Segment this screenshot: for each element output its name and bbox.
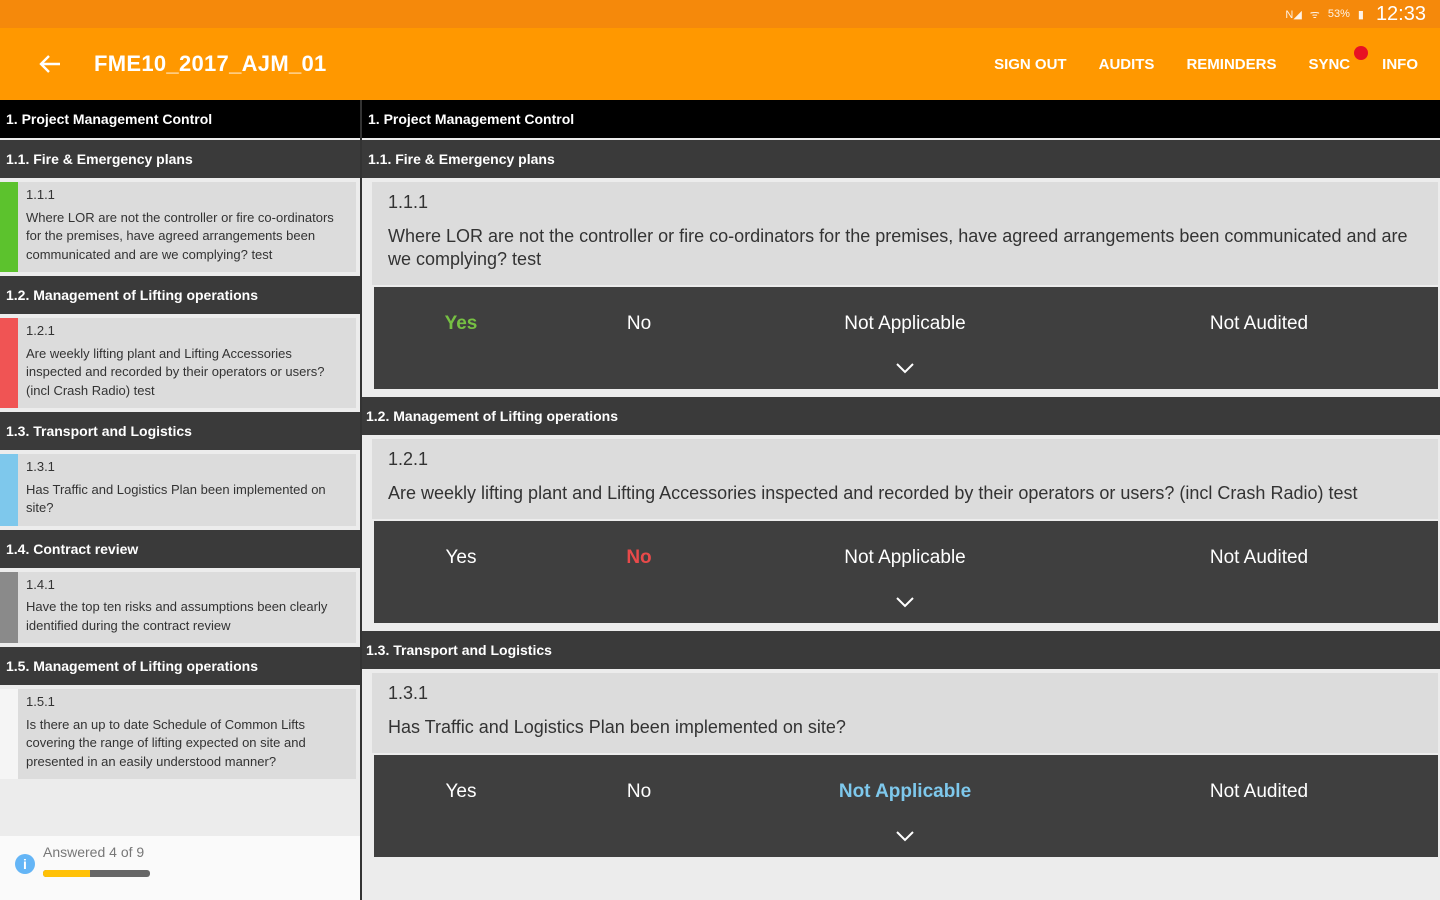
question-text: Is there an up to date Schedule of Commo…: [26, 716, 306, 769]
question-card: 1.1.1 Where LOR are not the controller o…: [372, 182, 1438, 285]
question-number: 1.1.1: [388, 192, 429, 212]
answer-options: Yes No Not Applicable Not Audited: [374, 755, 1438, 857]
status-indicator: [0, 571, 18, 643]
group-header: 1.3. Transport and Logistics: [362, 631, 1440, 669]
audits-button[interactable]: AUDITS: [1095, 48, 1159, 81]
question-number: 1.3.1: [26, 459, 55, 474]
answer-yes[interactable]: Yes: [446, 781, 477, 803]
question-number: 1.3.1: [388, 683, 429, 703]
answer-no[interactable]: No: [626, 547, 651, 569]
battery-icon: ▮: [1357, 8, 1364, 21]
answered-count: Answered 4 of 9: [43, 844, 145, 860]
answer-not-applicable[interactable]: Not Applicable: [839, 781, 971, 803]
group-header: 1.2. Management of Lifting operations: [362, 397, 1440, 435]
list-item[interactable]: 1.1.1 Where LOR are not the controller o…: [0, 182, 356, 272]
answer-not-audited[interactable]: Not Audited: [1210, 781, 1308, 803]
question-text: Where LOR are not the controller or fire…: [26, 209, 334, 262]
reminders-button[interactable]: REMINDERS: [1182, 48, 1280, 81]
sync-badge: [1354, 45, 1369, 60]
answer-no[interactable]: No: [627, 313, 651, 335]
list-item[interactable]: 1.5.1 Is there an up to date Schedule of…: [0, 689, 356, 779]
answer-options: Yes No Not Applicable Not Audited: [374, 521, 1438, 623]
question-card: 1.3.1 Has Traffic and Logistics Plan bee…: [372, 673, 1438, 753]
question-number: 1.4.1: [26, 576, 55, 592]
question-number: 1.2.1: [388, 449, 429, 469]
answer-not-audited[interactable]: Not Audited: [1210, 313, 1308, 335]
page-title: FME10_2017_AJM_01: [94, 51, 327, 76]
battery-percent: 53%: [1327, 8, 1350, 20]
status-indicator: [0, 454, 18, 526]
answer-yes[interactable]: Yes: [445, 313, 478, 335]
question-number: 1.5.1: [26, 694, 55, 709]
question-text: Have the top ten risks and assumptions b…: [26, 599, 328, 633]
question-card: 1.2.1 Are weekly lifting plant and Lifti…: [372, 439, 1438, 519]
back-arrow-icon[interactable]: [30, 44, 70, 84]
sync-button[interactable]: SYNC: [1304, 45, 1369, 81]
clock: 12:33: [1375, 2, 1426, 25]
list-item[interactable]: 1.4.1 Have the top ten risks and assumpt…: [0, 571, 356, 643]
progress-fill: [43, 870, 91, 877]
group-header: 1.3. Transport and Logistics: [0, 412, 360, 450]
status-indicator: [0, 182, 18, 272]
question-text: Are weekly lifting plant and Lifting Acc…: [26, 345, 325, 398]
question-text: Are weekly lifting plant and Lifting Acc…: [388, 483, 1358, 503]
question-number: 1.2.1: [26, 323, 55, 338]
question-text: Has Traffic and Logistics Plan been impl…: [388, 717, 846, 737]
answer-options: Yes No Not Applicable Not Audited: [374, 287, 1438, 389]
group-header: 1.1. Fire & Emergency plans: [0, 140, 360, 178]
info-button[interactable]: INFO: [1378, 48, 1422, 81]
sign-out-button[interactable]: SIGN OUT: [990, 48, 1071, 81]
answer-no[interactable]: No: [627, 781, 651, 803]
group-header: 1.4. Contract review: [0, 529, 360, 568]
section-header: 1. Project Management Control: [0, 100, 360, 138]
nfc-icon: N◢: [1285, 8, 1302, 21]
list-item[interactable]: 1.3.1 Has Traffic and Logistics Plan bee…: [0, 454, 356, 526]
answer-not-audited[interactable]: Not Audited: [1210, 547, 1308, 569]
chevron-down-icon[interactable]: [895, 595, 915, 609]
chevron-down-icon[interactable]: [895, 829, 915, 843]
sync-label: SYNC: [1308, 55, 1351, 73]
question-text: Where LOR are not the controller or fire…: [388, 226, 1408, 269]
answer-not-applicable[interactable]: Not Applicable: [844, 313, 965, 335]
section-header: 1. Project Management Control: [362, 100, 1440, 138]
progress-footer: i Answered 4 of 9: [0, 836, 360, 900]
info-icon[interactable]: i: [15, 854, 35, 874]
question-text: Has Traffic and Logistics Plan been impl…: [26, 481, 326, 516]
list-item[interactable]: 1.2.1 Are weekly lifting plant and Lifti…: [0, 318, 356, 408]
wifi-icon: ᯤ: [1309, 8, 1320, 21]
group-header: 1.5. Management of Lifting operations: [0, 647, 360, 685]
answer-not-applicable[interactable]: Not Applicable: [844, 547, 965, 569]
status-indicator: [0, 689, 18, 779]
answer-yes[interactable]: Yes: [446, 547, 477, 569]
status-indicator: [0, 318, 18, 408]
app-bar: FME10_2017_AJM_01 SIGN OUT AUDITS REMIND…: [0, 28, 1440, 100]
question-detail-panel: 1. Project Management Control 1.1. Fire …: [362, 100, 1440, 900]
group-header: 1.2. Management of Lifting operations: [0, 276, 360, 314]
status-bar: N◢ ᯤ 53% ▮ 12:33: [0, 0, 1440, 28]
question-list-panel: 1. Project Management Control 1.1. Fire …: [0, 100, 360, 900]
chevron-down-icon[interactable]: [895, 361, 915, 375]
question-number: 1.1.1: [26, 187, 55, 202]
group-header: 1.1. Fire & Emergency plans: [362, 140, 1440, 178]
toolbar-actions: SIGN OUT AUDITS REMINDERS SYNC INFO: [966, 28, 1440, 100]
progress-bar: [43, 870, 150, 877]
